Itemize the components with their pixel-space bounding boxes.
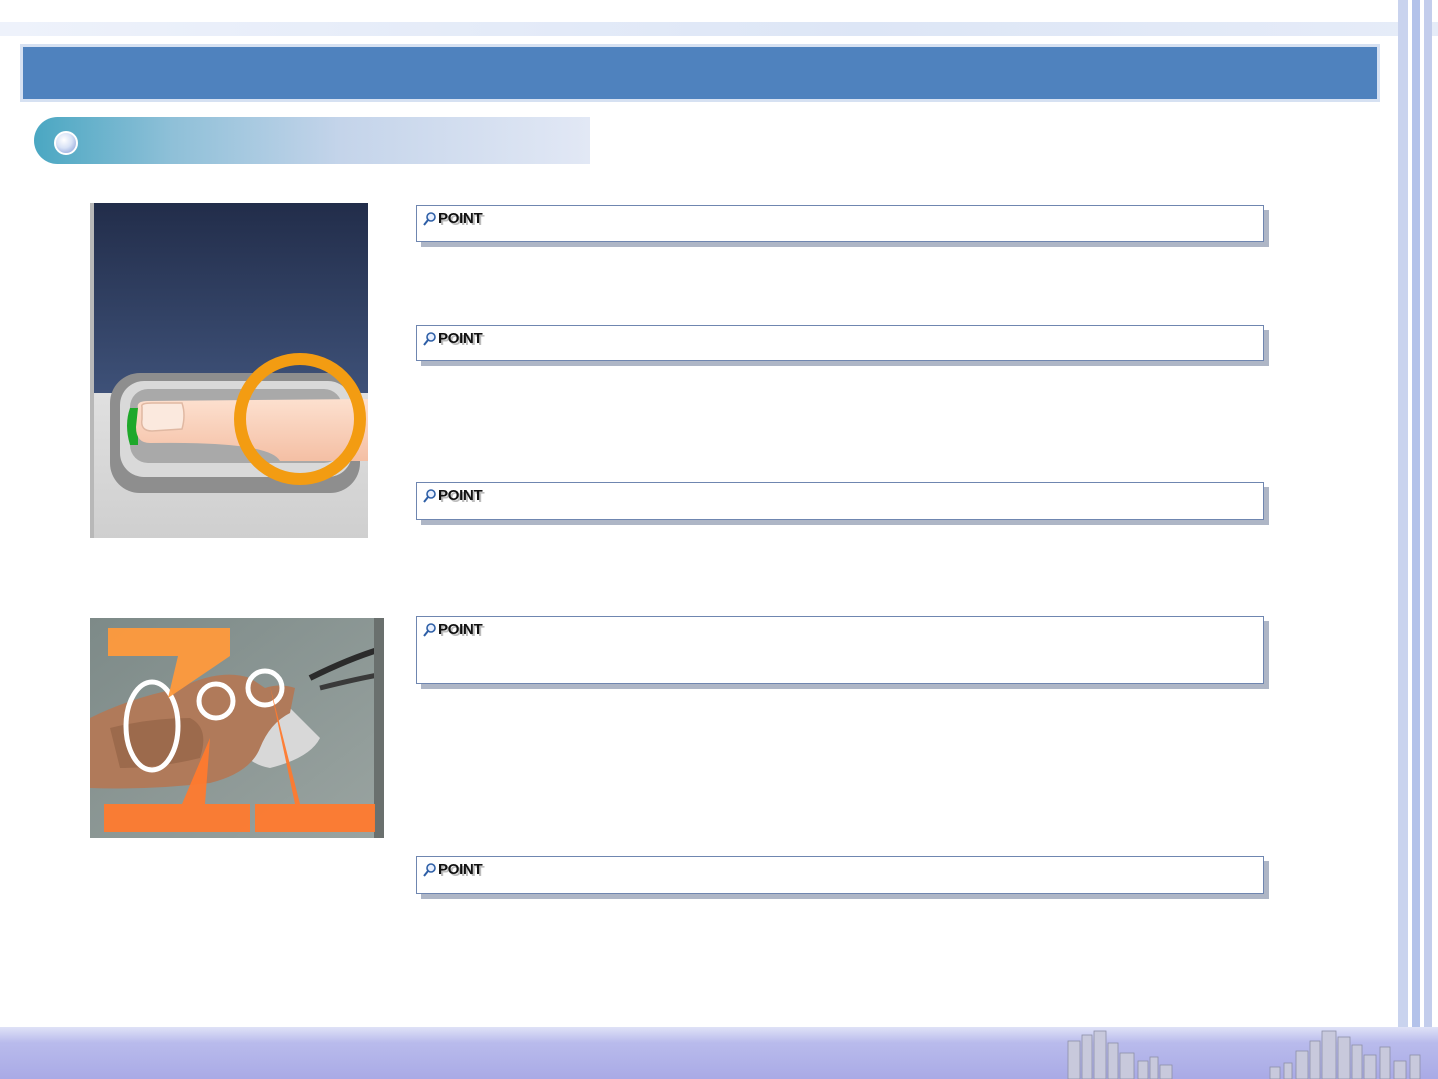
point-heading: POINT xyxy=(438,330,483,347)
point-label: POINT xyxy=(423,861,483,878)
point-label: POINT xyxy=(423,330,483,347)
magnifier-icon xyxy=(423,862,436,877)
top-decoration-strip xyxy=(0,22,1438,36)
point-label: POINT xyxy=(423,487,483,504)
bottom-decoration-band xyxy=(0,1027,1438,1079)
point-box-4: POINT xyxy=(416,616,1264,684)
point-heading: POINT xyxy=(438,210,483,227)
right-decoration-bars xyxy=(1398,0,1438,1030)
magnifier-icon xyxy=(423,331,436,346)
point-heading: POINT xyxy=(438,621,483,638)
city-skyline-icon xyxy=(1067,1030,1421,1079)
section-bullet-icon xyxy=(54,131,78,155)
point-box-5: POINT xyxy=(416,856,1264,894)
magnifier-icon xyxy=(423,622,436,637)
point-label: POINT xyxy=(423,210,483,227)
slide-title-bar xyxy=(20,44,1380,102)
point-heading: POINT xyxy=(438,487,483,504)
point-box-3: POINT xyxy=(416,482,1264,520)
point-box-2: POINT xyxy=(416,325,1264,361)
fingerprint-sensor-illustration xyxy=(90,203,368,538)
magnifier-icon xyxy=(423,211,436,226)
hand-on-sensor-photo xyxy=(90,618,384,838)
section-heading-tab xyxy=(34,117,590,164)
point-heading: POINT xyxy=(438,861,483,878)
magnifier-icon xyxy=(423,488,436,503)
point-label: POINT xyxy=(423,621,483,638)
point-box-1: POINT xyxy=(416,205,1264,242)
